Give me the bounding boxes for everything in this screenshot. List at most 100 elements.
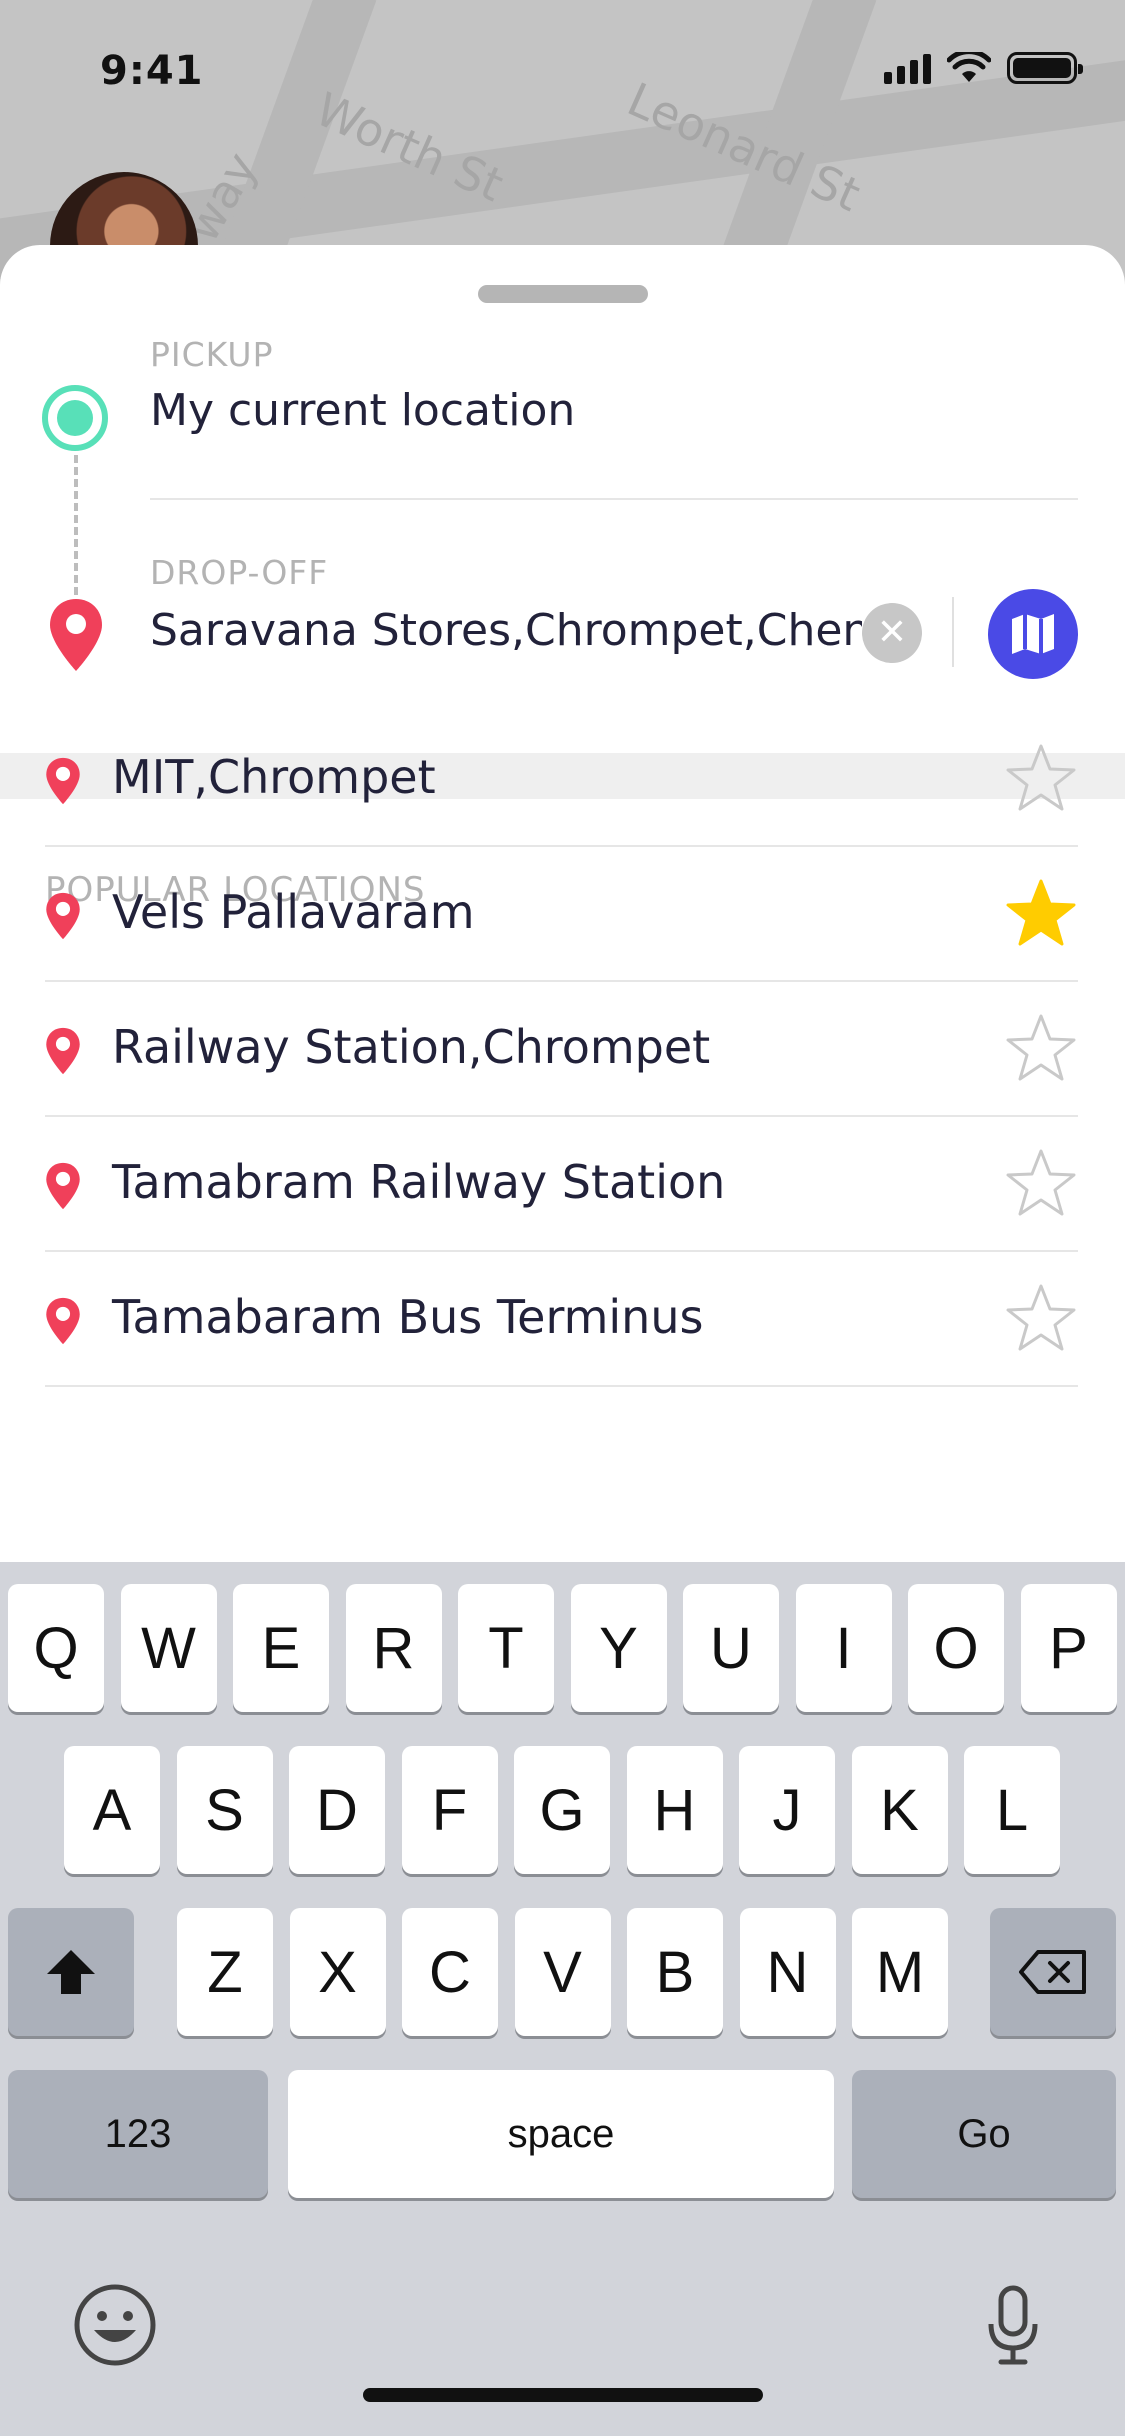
key-q[interactable]: Q <box>8 1584 104 1712</box>
key-label: J <box>772 1777 802 1843</box>
key-numbers[interactable]: 123 <box>8 2070 268 2198</box>
map-button[interactable] <box>988 589 1078 679</box>
key-o[interactable]: O <box>908 1584 1004 1712</box>
wifi-icon <box>947 52 991 82</box>
key-h[interactable]: H <box>626 1746 723 1874</box>
location-list-item[interactable]: Tamabaram Bus Terminus <box>45 1252 1078 1387</box>
microphone-icon[interactable] <box>985 2284 1041 2368</box>
key-g[interactable]: G <box>514 1746 610 1874</box>
key-backspace[interactable] <box>990 1908 1116 2036</box>
location-pin-icon <box>45 1296 81 1350</box>
location-pin-icon <box>46 892 80 940</box>
dropoff-label: DROP-OFF <box>150 553 329 592</box>
key-label: B <box>655 1939 695 2005</box>
drag-handle[interactable] <box>478 285 648 303</box>
key-label: L <box>995 1777 1029 1843</box>
key-label: O <box>933 1615 979 1681</box>
star-icon[interactable] <box>1004 1282 1078 1358</box>
key-k[interactable]: K <box>851 1746 948 1874</box>
route-connector <box>74 455 78 595</box>
key-label: X <box>318 1939 357 2005</box>
star-icon[interactable] <box>1004 877 1078 953</box>
status-time: 9:41 <box>100 48 204 94</box>
signal-icon <box>884 54 931 84</box>
location-pin-icon <box>46 757 80 805</box>
pickup-label: PICKUP <box>150 335 274 374</box>
key-s[interactable]: S <box>176 1746 273 1874</box>
separator <box>952 597 954 667</box>
star-icon[interactable] <box>1004 742 1078 818</box>
location-pin-icon <box>46 1027 80 1075</box>
key-r[interactable]: R <box>345 1584 442 1712</box>
key-label: S <box>205 1777 244 1843</box>
location-list-item[interactable]: Tamabram Railway Station <box>45 1117 1078 1252</box>
key-b[interactable]: B <box>627 1908 723 2036</box>
key-space[interactable]: space <box>288 2070 834 2198</box>
key-u[interactable]: U <box>683 1584 779 1712</box>
location-list-item[interactable]: Railway Station,Chrompet <box>45 982 1078 1117</box>
key-label: R <box>372 1615 415 1681</box>
key-m[interactable]: M <box>852 1908 948 2036</box>
key-label: T <box>488 1615 524 1681</box>
key-n[interactable]: N <box>739 1908 836 2036</box>
key-label: 123 <box>104 2111 172 2156</box>
key-x[interactable]: X <box>289 1908 386 2036</box>
key-a[interactable]: A <box>64 1746 160 1874</box>
key-label: Go <box>957 2111 1011 2156</box>
key-shift[interactable] <box>8 1908 134 2036</box>
key-label: H <box>653 1777 696 1843</box>
dropoff-field[interactable]: Saravana Stores,Chrompet,Chennai <box>150 605 862 656</box>
key-v[interactable]: V <box>514 1908 611 2036</box>
key-label: W <box>141 1615 196 1681</box>
key-c[interactable]: C <box>402 1908 498 2036</box>
backspace-icon <box>1019 1950 1086 1994</box>
status-icons <box>884 52 1083 84</box>
location-sheet: PICKUP My current location DROP-OFF Sara… <box>0 245 1125 1565</box>
location-pin-icon <box>50 599 102 671</box>
shift-icon <box>47 1950 95 1994</box>
star-icon[interactable] <box>1004 1147 1078 1223</box>
clear-dropoff-button[interactable]: ✕ <box>862 603 922 663</box>
location-pin-icon <box>46 1162 80 1210</box>
key-f[interactable]: F <box>401 1746 498 1874</box>
battery-icon <box>1007 52 1083 84</box>
key-w[interactable]: W <box>120 1584 217 1712</box>
key-label: P <box>1049 1615 1088 1681</box>
key-label: C <box>429 1939 471 2005</box>
key-label: E <box>261 1615 301 1681</box>
status-bar: 9:41 <box>0 0 1125 140</box>
key-label: M <box>875 1939 925 2005</box>
location-name: Tamabaram Bus Terminus <box>112 1290 704 1344</box>
key-e[interactable]: E <box>233 1584 329 1712</box>
key-label: G <box>539 1777 585 1843</box>
key-t[interactable]: T <box>458 1584 554 1712</box>
key-l[interactable]: L <box>964 1746 1060 1874</box>
emoji-icon[interactable] <box>72 2282 158 2368</box>
key-z[interactable]: Z <box>177 1908 273 2036</box>
location-list-item[interactable]: MIT,Chrompet <box>45 712 1078 847</box>
pickup-dot-icon <box>42 385 108 451</box>
key-label: space <box>507 2111 615 2156</box>
pickup-field[interactable]: My current location <box>150 385 1050 436</box>
key-d[interactable]: D <box>289 1746 385 1874</box>
key-p[interactable]: P <box>1020 1584 1117 1712</box>
location-list-item[interactable]: Vels Pallavaram <box>45 847 1078 982</box>
location-pin-icon <box>46 1297 80 1345</box>
location-name: Vels Pallavaram <box>112 885 475 939</box>
key-label: Q <box>33 1615 79 1681</box>
key-y[interactable]: Y <box>570 1584 667 1712</box>
location-pin-icon <box>45 1026 81 1080</box>
key-label: V <box>543 1939 582 2005</box>
map-icon <box>1012 614 1054 654</box>
key-go[interactable]: Go <box>852 2070 1116 2198</box>
close-icon: ✕ <box>876 612 908 653</box>
key-i[interactable]: I <box>795 1584 892 1712</box>
key-j[interactable]: J <box>739 1746 835 1874</box>
key-label: U <box>710 1615 752 1681</box>
home-indicator[interactable] <box>363 2388 763 2402</box>
location-pin-icon <box>45 1161 81 1215</box>
key-label: Y <box>599 1615 638 1681</box>
location-name: Tamabram Railway Station <box>112 1155 726 1209</box>
location-name: Railway Station,Chrompet <box>112 1020 711 1074</box>
star-icon[interactable] <box>1004 1012 1078 1088</box>
